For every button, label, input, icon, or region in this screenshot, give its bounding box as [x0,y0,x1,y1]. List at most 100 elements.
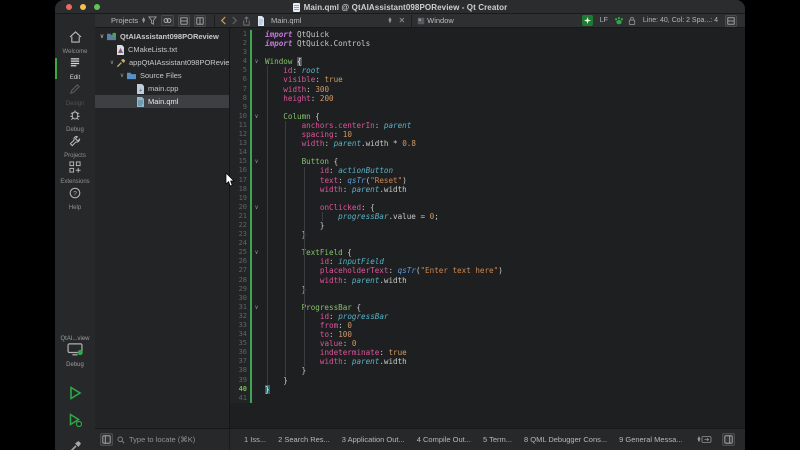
build-button[interactable] [68,440,82,450]
code-line-18[interactable]: 18 width: parent.width [230,185,745,194]
code-line-30[interactable]: 30 [230,294,745,303]
mode-extensions[interactable]: Extensions [55,160,95,185]
document-dropdown-icon[interactable]: ▲▼ [387,18,392,24]
code-line-40[interactable]: 40} [230,385,745,394]
open-document-selector[interactable]: Main.qml [271,16,301,25]
fold-marker-icon[interactable]: ∨ [252,303,261,312]
code-line-14[interactable]: 14 [230,148,745,157]
close-document-icon[interactable]: ✕ [398,16,405,25]
fold-marker-icon[interactable]: ∨ [252,248,261,257]
fold-marker-icon[interactable]: ∨ [252,57,261,66]
code-line-27[interactable]: 27 placeholderText: qsTr("Enter text her… [230,266,745,275]
code-line-33[interactable]: 33 from: 0 [230,321,745,330]
code-line-1[interactable]: 1import QtQuick [230,30,745,39]
fold-marker-icon[interactable]: ∨ [252,157,261,166]
output-tab-5-term-[interactable]: 5 Term... [483,435,512,444]
code-editor[interactable]: 1import QtQuick2import QtQuick.Controls3… [230,28,745,428]
code-line-13[interactable]: 13 width: parent.width * 0.8 [230,139,745,148]
code-line-4[interactable]: 4∨Window { [230,57,745,66]
code-line-25[interactable]: 25∨ TextField { [230,248,745,257]
kit-selector[interactable]: QtAI...view Debug [55,336,95,368]
tree-item-main-cpp[interactable]: +main.cpp [95,82,229,95]
ai-assistant-icon[interactable] [582,15,593,26]
code-line-35[interactable]: 35 value: 0 [230,339,745,348]
code-line-15[interactable]: 15∨ Button { [230,157,745,166]
mode-help[interactable]: ?Help [55,186,95,211]
output-tab-8-qml-debugger-cons-[interactable]: 8 QML Debugger Cons... [524,435,607,444]
toggle-left-sidebar-icon[interactable] [100,433,113,446]
output-tab-4-compile-out-[interactable]: 4 Compile Out... [417,435,471,444]
split-editor-icon[interactable] [725,15,737,27]
code-line-16[interactable]: 16 id: actionButton [230,166,745,175]
code-line-19[interactable]: 19 [230,194,745,203]
line-ending-indicator[interactable]: LF [600,17,608,24]
code-line-39[interactable]: 39 } [230,376,745,385]
code-line-3[interactable]: 3 [230,48,745,57]
code-line-38[interactable]: 38 } [230,366,745,375]
code-line-31[interactable]: 31∨ ProgressBar { [230,303,745,312]
cursor-position-indicator[interactable]: Line: 40, Col: 2 Spa...: 4 [643,17,718,24]
split-pane-icon[interactable] [178,15,190,27]
tree-item-qtaiassistant098poreview[interactable]: ∨QtAIAssistant098POReview [95,30,229,43]
kit-project-label: QtAI...view [55,336,95,342]
code-line-41[interactable]: 41 [230,394,745,403]
fold-marker-icon[interactable]: ∨ [252,112,261,121]
go-forward-icon[interactable] [231,16,238,25]
tree-item-main-qml[interactable]: Main.qml [95,95,229,108]
share-icon[interactable] [242,16,251,26]
run-button[interactable] [68,386,82,405]
code-line-23[interactable]: 23 } [230,230,745,239]
locator-input[interactable]: Type to locate (⌘K) [129,435,195,444]
chevron-down-icon[interactable]: ∨ [118,72,126,79]
file-lock-icon[interactable] [628,16,636,26]
code-line-32[interactable]: 32 id: progressBar [230,312,745,321]
code-line-17[interactable]: 17 text: qsTr("Reset") [230,176,745,185]
code-line-12[interactable]: 12 spacing: 10 [230,130,745,139]
chevron-down-icon[interactable]: ∨ [98,33,106,40]
output-pane-maximize-icon[interactable] [701,435,712,444]
code-line-10[interactable]: 10∨ Column { [230,112,745,121]
code-line-2[interactable]: 2import QtQuick.Controls [230,39,745,48]
toggle-right-sidebar-icon[interactable] [722,433,735,446]
open-in-new-window-icon[interactable] [194,15,206,27]
code-line-29[interactable]: 29 } [230,285,745,294]
code-line-36[interactable]: 36 indeterminate: true [230,348,745,357]
chevron-down-icon[interactable]: ∨ [108,59,116,66]
fold-marker-icon[interactable]: ∨ [252,203,261,212]
mode-debug[interactable]: Debug [55,108,95,133]
code-line-34[interactable]: 34 to: 100 [230,330,745,339]
filter-icon[interactable] [148,16,157,25]
test-paw-icon[interactable] [614,16,624,25]
output-tab-2-search-res-[interactable]: 2 Search Res... [278,435,330,444]
go-back-icon[interactable] [220,16,227,25]
code-line-24[interactable]: 24 [230,239,745,248]
mode-welcome[interactable]: Welcome [55,30,95,55]
code-line-28[interactable]: 28 width: parent.width [230,276,745,285]
code-line-37[interactable]: 37 width: parent.width [230,357,745,366]
code-line-11[interactable]: 11 anchors.centerIn: parent [230,121,745,130]
sync-with-editor-icon[interactable] [161,15,174,26]
code-line-8[interactable]: 8 height: 200 [230,94,745,103]
code-line-7[interactable]: 7 width: 300 [230,85,745,94]
projects-pane-selector[interactable]: Projects ▲▼ [111,16,146,25]
symbol-selector[interactable]: Window [427,16,454,25]
output-tab-3-application-out-[interactable]: 3 Application Out... [342,435,405,444]
output-tab-1-iss-[interactable]: 1 Iss... [244,435,266,444]
code-line-5[interactable]: 5 id: root [230,66,745,75]
code-line-6[interactable]: 6 visible: true [230,75,745,84]
line-number: 2 [230,39,250,48]
line-number: 21 [230,212,250,221]
titlebar[interactable]: Main.qml @ QtAIAssistant098POReview - Qt… [55,0,745,14]
debug-run-button[interactable] [68,413,82,432]
code-line-26[interactable]: 26 id: inputField [230,257,745,266]
code-line-21[interactable]: 21 progressBar.value = 0; [230,212,745,221]
tree-item-source-files[interactable]: ∨Source Files [95,69,229,82]
mode-projects[interactable]: Projects [55,134,95,159]
code-line-20[interactable]: 20∨ onClicked: { [230,203,745,212]
tree-item-appqtaiassistant098poreview[interactable]: ∨appQtAIAssistant098POReview [95,56,229,69]
code-line-22[interactable]: 22 } [230,221,745,230]
mode-edit[interactable]: Edit [55,56,95,81]
tree-item-cmakelists-txt[interactable]: CMakeLists.txt [95,43,229,56]
output-tab-9-general-messa-[interactable]: 9 General Messa... [619,435,682,444]
code-line-9[interactable]: 9 [230,103,745,112]
